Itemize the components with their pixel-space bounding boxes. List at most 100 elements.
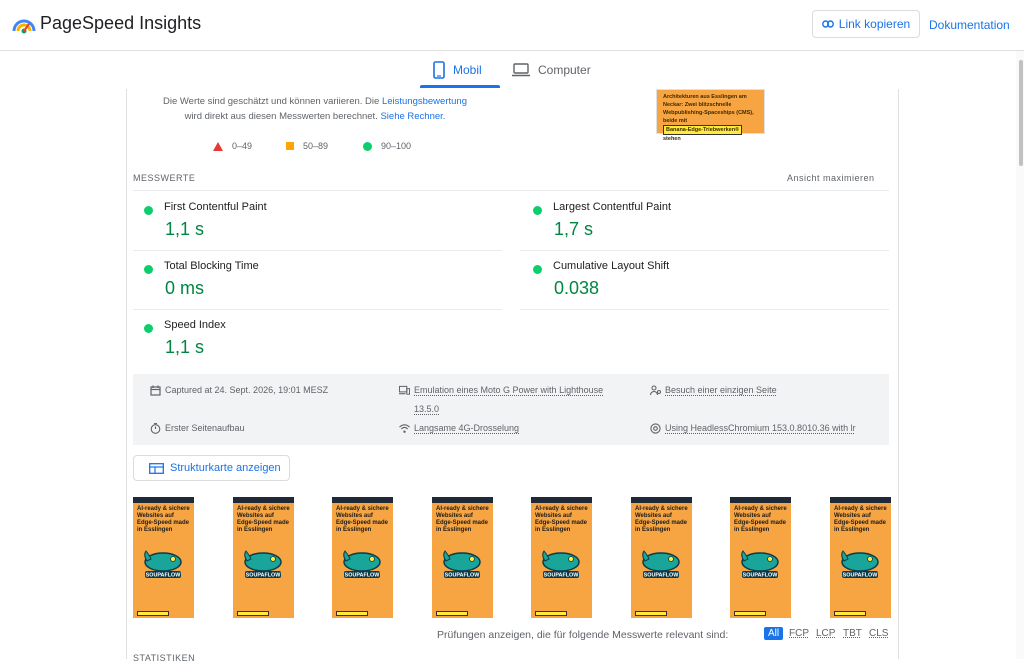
- pagespeed-logo-icon[interactable]: [12, 13, 36, 35]
- tab-desktop-label: Computer: [538, 63, 591, 77]
- filmstrip-frame: AI-ready & sichere Websites auf Edge-Spe…: [332, 497, 393, 618]
- tab-mobile[interactable]: Mobil: [433, 51, 482, 89]
- preview-after: stehen: [663, 136, 681, 142]
- divider: [520, 309, 889, 310]
- frame-cta: [635, 611, 667, 616]
- soupaflow-logo-icon: SOUPAFLOW: [343, 550, 381, 579]
- info-text-1: Die Werte sind geschätzt und können vari…: [162, 96, 382, 107]
- metric-label: Speed Index: [164, 319, 226, 331]
- performance-score-link[interactable]: Leistungsbewertung: [382, 96, 467, 107]
- legend-fail: 0–49: [213, 141, 252, 151]
- documentation-link[interactable]: Dokumentation: [929, 18, 1010, 32]
- soupaflow-logo-icon: SOUPAFLOW: [642, 550, 680, 579]
- browser-info[interactable]: Using HeadlessChromium 153.0.8010.36 wit…: [650, 419, 885, 438]
- divider: [133, 309, 502, 310]
- frame-logo-text: SOUPAFLOW: [743, 573, 779, 579]
- frame-logo-text: SOUPAFLOW: [843, 573, 879, 579]
- frame-logo-text: SOUPAFLOW: [345, 573, 381, 579]
- load-info: Erster Seitenaufbau: [150, 419, 245, 438]
- frame-cta: [137, 611, 169, 616]
- square-icon: [286, 142, 294, 150]
- frame-headline: AI-ready & sichere Websites auf Edge-Spe…: [237, 506, 290, 533]
- smartphone-icon: [433, 61, 445, 79]
- emulation-info[interactable]: Emulation eines Moto G Power with Lighth…: [399, 381, 634, 419]
- audit-filter-label: Prüfungen anzeigen, die für folgende Mes…: [437, 629, 729, 641]
- session-info[interactable]: Besuch einer einzigen Seite: [650, 381, 777, 400]
- pass-status-icon: [533, 206, 542, 215]
- score-info-text: Die Werte sind geschätzt und können vari…: [140, 94, 490, 124]
- frame-headline: AI-ready & sichere Websites auf Edge-Spe…: [635, 506, 688, 533]
- legend-average-range: 50–89: [303, 141, 329, 151]
- metric-label: Cumulative Layout Shift: [553, 260, 670, 272]
- frame-cta: [834, 611, 866, 616]
- final-screenshot-preview[interactable]: Architekturen aus Esslingen am Neckar: Z…: [656, 89, 765, 142]
- filter-tbt[interactable]: TBT: [843, 628, 862, 639]
- metric-value: 1,7 s: [554, 219, 594, 239]
- emulation-device: Emulation eines Moto G Power with Lighth…: [414, 385, 604, 395]
- filter-fcp[interactable]: FCP: [789, 628, 809, 639]
- throttling-info[interactable]: Langsame 4G-Drosselung: [399, 419, 519, 438]
- devices-icon: [399, 385, 410, 395]
- soupaflow-logo-icon: SOUPAFLOW: [841, 550, 879, 579]
- scrollbar-thumb[interactable]: [1019, 60, 1023, 166]
- divider: [520, 250, 889, 251]
- score-legend: 0–49 50–89 90–100: [0, 141, 1024, 155]
- filmstrip-frame: AI-ready & sichere Websites auf Edge-Spe…: [631, 497, 692, 618]
- metric-value: 0.038: [554, 278, 600, 298]
- soupaflow-logo-icon: SOUPAFLOW: [144, 550, 182, 579]
- frame-logo-text: SOUPAFLOW: [146, 573, 182, 579]
- frame-headline: AI-ready & sichere Websites auf Edge-Spe…: [436, 506, 489, 533]
- browser-text: Using HeadlessChromium 153.0.8010.36 wit…: [665, 423, 856, 433]
- throttling-text: Langsame 4G-Drosselung: [414, 423, 520, 433]
- divider: [133, 250, 502, 251]
- filmstrip-frame: AI-ready & sichere Websites auf Edge-Spe…: [133, 497, 194, 618]
- pass-status-icon: [533, 265, 542, 274]
- soupaflow-logo-icon: SOUPAFLOW: [244, 550, 282, 579]
- metric-label: Largest Contentful Paint: [553, 201, 672, 213]
- treemap-button[interactable]: Strukturkarte anzeigen: [133, 455, 290, 481]
- soupaflow-logo-icon: SOUPAFLOW: [542, 550, 580, 579]
- filter-all[interactable]: All: [764, 627, 784, 640]
- expand-view-toggle[interactable]: Ansicht maximieren: [787, 173, 875, 183]
- device-tabs: Mobil Computer: [0, 51, 1024, 89]
- metric-value: 1,1 s: [165, 219, 205, 239]
- captured-text: Captured at 24. Sept. 2026, 19:01 MESZ: [165, 385, 329, 395]
- metric-value: 0 ms: [165, 278, 205, 298]
- preview-line-4: beide mit: [663, 118, 688, 124]
- calculator-link[interactable]: Siehe Rechner.: [380, 111, 445, 122]
- captured-at: Captured at 24. Sept. 2026, 19:01 MESZ: [150, 381, 328, 400]
- session-text: Besuch einer einzigen Seite: [665, 385, 777, 395]
- chrome-icon: [650, 423, 661, 434]
- circle-icon: [363, 141, 372, 151]
- laptop-icon: [512, 63, 530, 77]
- filmstrip-frame: AI-ready & sichere Websites auf Edge-Spe…: [531, 497, 592, 618]
- load-text: Erster Seitenaufbau: [165, 423, 245, 433]
- triangle-icon: [213, 141, 223, 151]
- preview-line-3: Webpublishing-Spaceships (CMS),: [663, 110, 754, 116]
- copy-link-label: Link kopieren: [838, 17, 911, 31]
- metric-label: First Contentful Paint: [164, 201, 267, 213]
- pass-status-icon: [144, 324, 153, 333]
- legend-pass: 90–100: [363, 141, 411, 151]
- app-title[interactable]: PageSpeed Insights: [40, 13, 201, 34]
- tab-desktop[interactable]: Computer: [512, 51, 591, 89]
- tab-mobile-label: Mobil: [453, 63, 482, 77]
- copy-link-button[interactable]: Link kopieren: [812, 10, 920, 38]
- preview-line-2: Neckar: Zwei blitzschnelle: [663, 102, 732, 108]
- metric-label: Total Blocking Time: [164, 260, 259, 272]
- filmstrip-frame: AI-ready & sichere Websites auf Edge-Spe…: [233, 497, 294, 618]
- frame-cta: [336, 611, 368, 616]
- frame-logo-text: SOUPAFLOW: [644, 573, 680, 579]
- frame-cta: [734, 611, 766, 616]
- user-session-icon: [650, 385, 661, 396]
- stats-section-title: STATISTIKEN: [133, 653, 196, 663]
- preview-line-1: Architekturen aus Esslingen am: [663, 94, 747, 100]
- legend-fail-range: 0–49: [232, 141, 253, 151]
- emulation-text: Emulation eines Moto G Power with Lighth…: [414, 381, 603, 419]
- filter-lcp[interactable]: LCP: [816, 628, 835, 639]
- frame-cta: [535, 611, 567, 616]
- filter-cls[interactable]: CLS: [869, 628, 888, 639]
- metric-value: 1,1 s: [165, 337, 205, 357]
- frame-headline: AI-ready & sichere Websites auf Edge-Spe…: [734, 506, 787, 533]
- top-bar: PageSpeed Insights Link kopieren Dokumen…: [0, 0, 1024, 51]
